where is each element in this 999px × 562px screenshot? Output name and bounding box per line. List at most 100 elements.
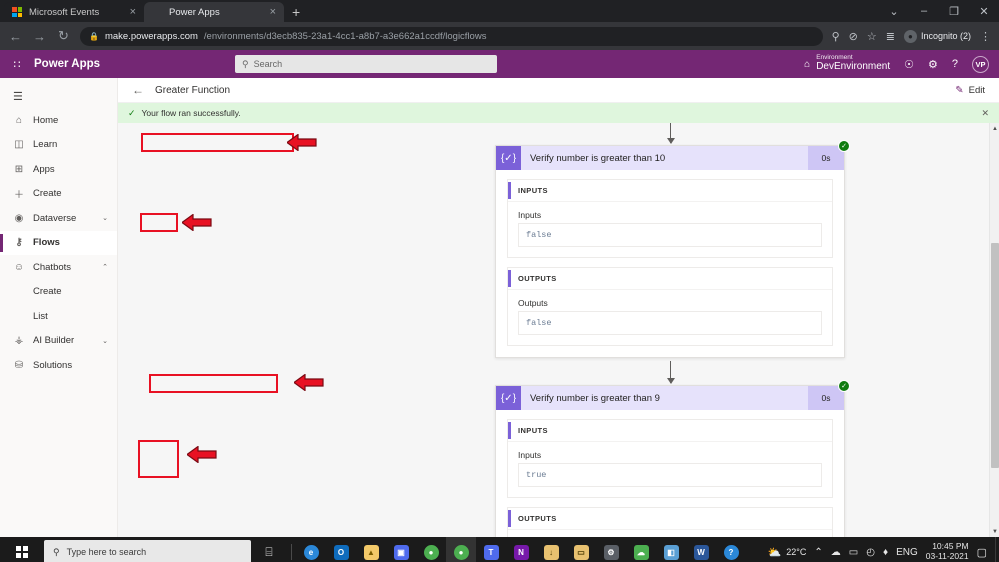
taskbar-help-icon[interactable]: ? bbox=[716, 537, 746, 562]
block-icon[interactable]: ⊘ bbox=[849, 30, 858, 43]
wifi-icon[interactable]: ◴ bbox=[866, 547, 875, 558]
taskbar-store-icon[interactable]: ◧ bbox=[656, 537, 686, 562]
card2-inputs-highlight bbox=[138, 440, 179, 478]
sidebar-item-home[interactable]: ⌂ Home bbox=[0, 108, 117, 133]
taskbar-chrome-active-icon[interactable]: ● bbox=[446, 537, 476, 562]
close-icon[interactable]: × bbox=[270, 6, 276, 18]
scrollbar-thumb[interactable] bbox=[991, 243, 999, 468]
bell-icon[interactable]: ☉ bbox=[904, 58, 914, 71]
hamburger-icon[interactable]: ☰ bbox=[0, 84, 117, 108]
taskbar-settings-icon[interactable]: ⚙ bbox=[596, 537, 626, 562]
gear-icon[interactable]: ⚙ bbox=[928, 58, 938, 71]
close-icon[interactable]: ✕ bbox=[981, 108, 989, 119]
search-icon: ⚲ bbox=[53, 546, 60, 557]
scroll-up-arrow-icon[interactable]: ▲ bbox=[990, 123, 999, 134]
inputs-value[interactable]: false bbox=[518, 223, 822, 247]
sidebar-item-ai-builder[interactable]: ⚶ AI Builder ⌄ bbox=[0, 329, 117, 354]
maximize-icon[interactable]: ❐ bbox=[939, 0, 969, 22]
chevron-down-icon[interactable]: ⌄ bbox=[879, 0, 909, 22]
reading-list-icon[interactable]: ≣ bbox=[886, 30, 895, 43]
reload-icon[interactable]: ↻ bbox=[56, 28, 71, 44]
browser-menu-icon[interactable]: ⋮ bbox=[980, 30, 991, 43]
tray-expand-chevron-icon[interactable]: ⌃ bbox=[814, 547, 822, 558]
sidebar-item-apps[interactable]: ⊞ Apps bbox=[0, 157, 117, 182]
taskbar-bell-icon[interactable]: ▲ bbox=[356, 537, 386, 562]
edit-button[interactable]: ✎ Edit bbox=[955, 85, 985, 96]
chrome-icon: ● bbox=[453, 544, 469, 560]
taskbar-teams2-icon[interactable]: T bbox=[476, 537, 506, 562]
back-icon[interactable]: ← bbox=[8, 29, 23, 44]
sidebar: ☰ ⌂ Home ◫ Learn ⊞ Apps ＋ Create ◉ Datav… bbox=[0, 78, 118, 537]
vertical-scrollbar[interactable]: ▲ ▼ bbox=[989, 123, 999, 537]
back-icon[interactable]: ← bbox=[132, 83, 144, 97]
volume-icon[interactable]: ♦ bbox=[883, 547, 888, 558]
taskbar-onenote-icon[interactable]: N bbox=[506, 537, 536, 562]
close-icon[interactable]: × bbox=[130, 6, 136, 18]
browser-tab-power-apps[interactable]: Power Apps × bbox=[144, 2, 284, 22]
sidebar-item-chatbots[interactable]: ☺ Chatbots ⌃ bbox=[0, 255, 117, 280]
flow-card[interactable]: {✓} Verify number is greater than 10 0s … bbox=[495, 140, 850, 358]
language-indicator[interactable]: ENG bbox=[896, 547, 918, 558]
sidebar-item-dataverse[interactable]: ◉ Dataverse ⌄ bbox=[0, 206, 117, 231]
forward-icon[interactable]: → bbox=[32, 29, 47, 44]
close-window-icon[interactable]: ✕ bbox=[969, 0, 999, 22]
sidebar-item-label: List bbox=[33, 310, 48, 322]
lock-icon: 🔒 bbox=[89, 31, 99, 41]
flow-card-body: INPUTS Inputs false OUTPUTS Outputs fals… bbox=[496, 170, 844, 357]
notification-center-icon[interactable]: ▢ bbox=[977, 546, 987, 559]
chevron-up-icon[interactable]: ⌃ bbox=[102, 263, 108, 271]
minimize-icon[interactable]: – bbox=[909, 0, 939, 22]
sidebar-item-chatbots-list[interactable]: List bbox=[0, 304, 117, 329]
task-view-icon[interactable]: ⌸ bbox=[251, 545, 287, 560]
outputs-value[interactable]: false bbox=[518, 311, 822, 335]
field-label: Inputs bbox=[518, 450, 542, 460]
new-tab-button[interactable]: + bbox=[292, 5, 300, 19]
chevron-down-icon[interactable]: ⌄ bbox=[102, 337, 108, 345]
taskbar-teams-icon[interactable]: ▣ bbox=[386, 537, 416, 562]
waffle-icon[interactable]: ∷ bbox=[10, 58, 24, 71]
avatar[interactable]: VP bbox=[972, 55, 989, 73]
bookmark-star-icon[interactable]: ☆ bbox=[867, 30, 877, 43]
outlook-icon: O bbox=[333, 544, 349, 560]
environment-selector[interactable]: ⌂ Environment DevEnvironment bbox=[804, 55, 890, 72]
browser-toolbar: ← → ↻ 🔒 make.powerapps.com/environments/… bbox=[0, 22, 999, 50]
start-button[interactable] bbox=[0, 537, 44, 562]
taskbar-word-icon[interactable]: W bbox=[686, 537, 716, 562]
app-brand-title[interactable]: Power Apps bbox=[34, 58, 100, 70]
flow-card[interactable]: {✓} Verify number is greater than 9 0s ✓… bbox=[495, 380, 850, 537]
global-search-box[interactable]: ⚲ Search bbox=[235, 55, 498, 73]
incognito-profile[interactable]: ● Incognito (2) bbox=[903, 29, 971, 43]
sidebar-item-create[interactable]: ＋ Create bbox=[0, 182, 117, 207]
taskbar-outlook-icon[interactable]: O bbox=[326, 537, 356, 562]
sidebar-item-solutions[interactable]: ⛁ Solutions bbox=[0, 353, 117, 378]
sidebar-item-chatbots-create[interactable]: Create bbox=[0, 280, 117, 305]
taskbar-search-box[interactable]: ⚲ Type here to search bbox=[44, 540, 251, 562]
inputs-value[interactable]: true bbox=[518, 463, 822, 487]
onedrive-cloud-icon[interactable]: ☁ bbox=[831, 547, 841, 558]
address-bar[interactable]: 🔒 make.powerapps.com/environments/d3ecb8… bbox=[80, 26, 823, 46]
section-body: Inputs false bbox=[508, 202, 832, 257]
scroll-down-arrow-icon[interactable]: ▼ bbox=[990, 526, 999, 537]
section-header: OUTPUTS bbox=[508, 508, 832, 530]
environment-icon: ⌂ bbox=[804, 58, 811, 70]
taskbar-cloud-icon[interactable]: ☁ bbox=[626, 537, 656, 562]
taskbar-edge-icon[interactable]: e bbox=[296, 537, 326, 562]
flow-card-header[interactable]: {✓} Verify number is greater than 9 0s ✓ bbox=[496, 380, 850, 410]
taskbar-downloads-icon[interactable]: ↓ bbox=[536, 537, 566, 562]
taskbar-chrome-icon[interactable]: ● bbox=[416, 537, 446, 562]
page-search-icon[interactable]: ⚲ bbox=[832, 30, 840, 43]
taskbar-folder-icon[interactable]: ▭ bbox=[566, 537, 596, 562]
status-success-icon: ✓ bbox=[838, 380, 850, 392]
battery-icon[interactable]: ▭ bbox=[849, 547, 858, 558]
incognito-label: Incognito (2) bbox=[920, 31, 971, 41]
weather-widget[interactable]: ⛅ 22°C bbox=[768, 546, 807, 559]
sidebar-item-flows[interactable]: ⚷ Flows bbox=[0, 230, 117, 255]
flow-card-header[interactable]: {✓} Verify number is greater than 10 0s … bbox=[496, 140, 850, 170]
browser-tab-microsoft-events[interactable]: Microsoft Events × bbox=[4, 2, 144, 22]
clock[interactable]: 10:45 PM 03-11-2021 bbox=[926, 541, 969, 562]
show-desktop-button[interactable] bbox=[995, 537, 999, 562]
chevron-down-icon[interactable]: ⌄ bbox=[102, 214, 108, 222]
incognito-icon: ● bbox=[903, 29, 917, 43]
sidebar-item-learn[interactable]: ◫ Learn bbox=[0, 133, 117, 158]
help-icon[interactable]: ? bbox=[952, 58, 958, 70]
